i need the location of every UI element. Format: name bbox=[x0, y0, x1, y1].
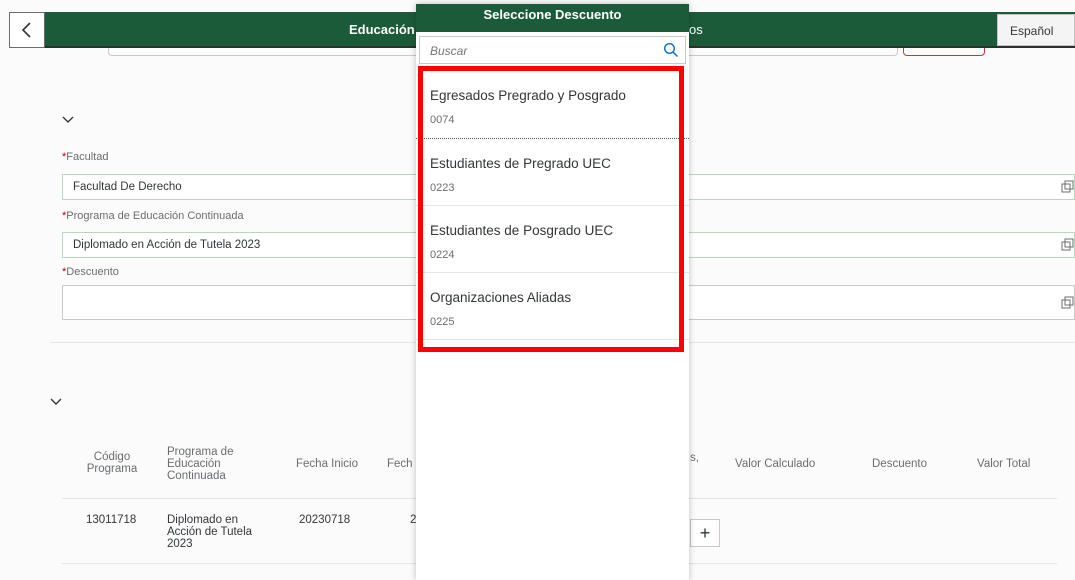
list-item-title: Estudiantes de Posgrado UEC bbox=[430, 223, 614, 238]
chevron-left-icon bbox=[21, 22, 31, 38]
cell-programa: Diplomado en Acción de Tutela 2023 bbox=[167, 514, 253, 550]
value-help-icon[interactable] bbox=[1060, 238, 1074, 252]
list-item-title: Egresados Pregrado y Posgrado bbox=[430, 88, 626, 103]
list-item[interactable]: Estudiantes de Posgrado UEC 0224 bbox=[416, 206, 689, 273]
list-item-code: 0225 bbox=[430, 316, 455, 328]
list-item-code: 0074 bbox=[430, 114, 455, 126]
page-title-fragment: os bbox=[689, 22, 703, 37]
list-item[interactable]: Egresados Pregrado y Posgrado 0074 bbox=[416, 71, 689, 139]
list-item-code: 0224 bbox=[430, 249, 455, 261]
cell-fecha-inicio: 20230718 bbox=[299, 514, 351, 526]
value-help-icon[interactable] bbox=[1060, 180, 1074, 194]
list-item[interactable]: Estudiantes de Pregrado UEC 0223 bbox=[416, 139, 689, 206]
search-icon[interactable] bbox=[663, 42, 679, 58]
value-help-icon[interactable] bbox=[1060, 296, 1074, 310]
column-header-valor-calculado: Valor Calculado bbox=[735, 458, 816, 470]
discount-list: Egresados Pregrado y Posgrado 0074 Estud… bbox=[416, 71, 689, 340]
list-item-code: 0223 bbox=[430, 182, 455, 194]
column-header-partial: s, bbox=[690, 452, 699, 464]
search-field[interactable] bbox=[419, 36, 686, 64]
top-button-edge bbox=[903, 48, 985, 56]
column-header-valor-total: Valor Total bbox=[977, 458, 1031, 470]
column-header-fecha-fin: Fech bbox=[387, 458, 413, 470]
program-label: *Programa de Educación Continuada bbox=[62, 210, 244, 222]
cell-codigo: 13011718 bbox=[86, 514, 137, 526]
faculty-label: *Facultad bbox=[62, 151, 109, 163]
program-value: Diplomado en Acción de Tutela 2023 bbox=[73, 239, 261, 251]
collapse-chevron-icon[interactable] bbox=[62, 116, 74, 124]
column-header-descuento: Descuento bbox=[872, 458, 927, 470]
language-select[interactable]: Español bbox=[997, 14, 1075, 46]
plus-icon: + bbox=[699, 522, 711, 543]
discount-label: *Descuento bbox=[62, 266, 119, 278]
search-input[interactable] bbox=[430, 44, 650, 58]
column-header-fecha-inicio: Fecha Inicio bbox=[296, 458, 359, 470]
select-discount-dialog: Seleccione Descuento Egresados Pregrado … bbox=[416, 4, 689, 580]
dialog-title: Seleccione Descuento bbox=[416, 4, 689, 32]
column-header-codigo: Código Programa bbox=[86, 451, 138, 475]
collapse-chevron-icon[interactable] bbox=[50, 398, 62, 406]
list-item[interactable]: Organizaciones Aliadas 0225 bbox=[416, 273, 689, 340]
add-button[interactable]: + bbox=[690, 519, 720, 547]
back-button[interactable] bbox=[9, 12, 45, 48]
language-value: Español bbox=[1010, 24, 1054, 38]
list-item-title: Organizaciones Aliadas bbox=[430, 290, 572, 305]
faculty-value: Facultad De Derecho bbox=[73, 181, 182, 193]
list-item-title: Estudiantes de Pregrado UEC bbox=[430, 156, 611, 171]
column-header-programa: Programa de Educación Continuada bbox=[167, 446, 234, 482]
